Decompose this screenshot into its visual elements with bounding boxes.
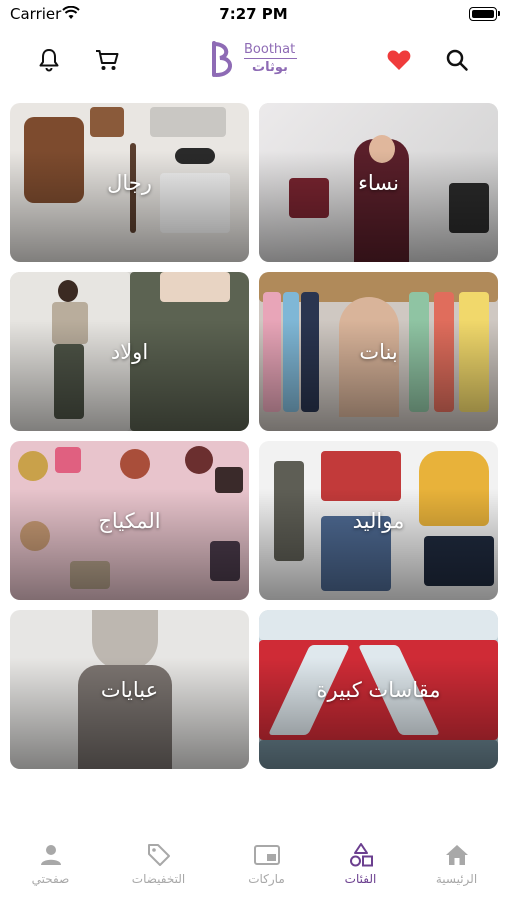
tag-icon [108, 842, 209, 868]
category-card-men[interactable]: رجال [10, 103, 249, 262]
category-card-newborns[interactable]: مواليد [259, 441, 498, 600]
person-icon [0, 842, 101, 868]
heart-icon[interactable] [383, 44, 415, 76]
category-card-abayas[interactable]: عبايات [10, 610, 249, 769]
cart-icon[interactable] [91, 44, 123, 76]
logo-text-english: Boothat [244, 42, 296, 57]
tab-my-page[interactable]: صفحتي [0, 842, 101, 894]
top-bar: Boothat بوثات [0, 36, 507, 84]
tab-label: التخفيضات [131, 872, 186, 886]
bell-icon[interactable] [33, 44, 65, 76]
categories-icon [310, 842, 411, 868]
tab-categories[interactable]: الفئات [310, 842, 411, 894]
search-icon[interactable] [441, 44, 473, 76]
battery-icon [469, 7, 500, 21]
tab-brands[interactable]: ماركات [216, 842, 317, 894]
logo-mark-icon [212, 41, 232, 77]
category-label: بنات [359, 339, 398, 364]
tab-label: ماركات [248, 872, 285, 886]
logo-divider [244, 58, 297, 59]
tab-discounts[interactable]: التخفيضات [108, 842, 209, 894]
category-label: عبايات [100, 677, 159, 702]
logo-text-arabic: بوثات [252, 60, 288, 75]
clock: 7:27 PM [219, 5, 288, 23]
tab-home[interactable]: الرئيسية [406, 842, 507, 894]
category-label: المكياج [98, 508, 161, 533]
category-label: مقاسات كبيرة [316, 677, 441, 702]
tab-label: الرئيسية [435, 872, 478, 886]
category-label: مواليد [352, 508, 405, 533]
bottom-tab-bar: صفحتي التخفيضات ماركات الفئات الرئيسية [0, 832, 507, 900]
tab-label: الفئات [344, 872, 377, 886]
category-card-plus-sizes[interactable]: مقاسات كبيرة [259, 610, 498, 769]
boothat-logo: Boothat بوثات [208, 40, 303, 80]
category-card-makeup[interactable]: المكياج [10, 441, 249, 600]
category-card-women[interactable]: نساء [259, 103, 498, 262]
tab-label: صفحتي [31, 872, 70, 886]
brands-icon [216, 842, 317, 868]
category-card-girls[interactable]: بنات [259, 272, 498, 431]
status-bar: Carrier 7:27 PM [0, 0, 507, 28]
category-label: نساء [358, 170, 399, 195]
home-icon [406, 842, 507, 868]
category-label: اولاد [110, 339, 149, 364]
category-label: رجال [107, 170, 152, 195]
category-card-boys[interactable]: اولاد [10, 272, 249, 431]
